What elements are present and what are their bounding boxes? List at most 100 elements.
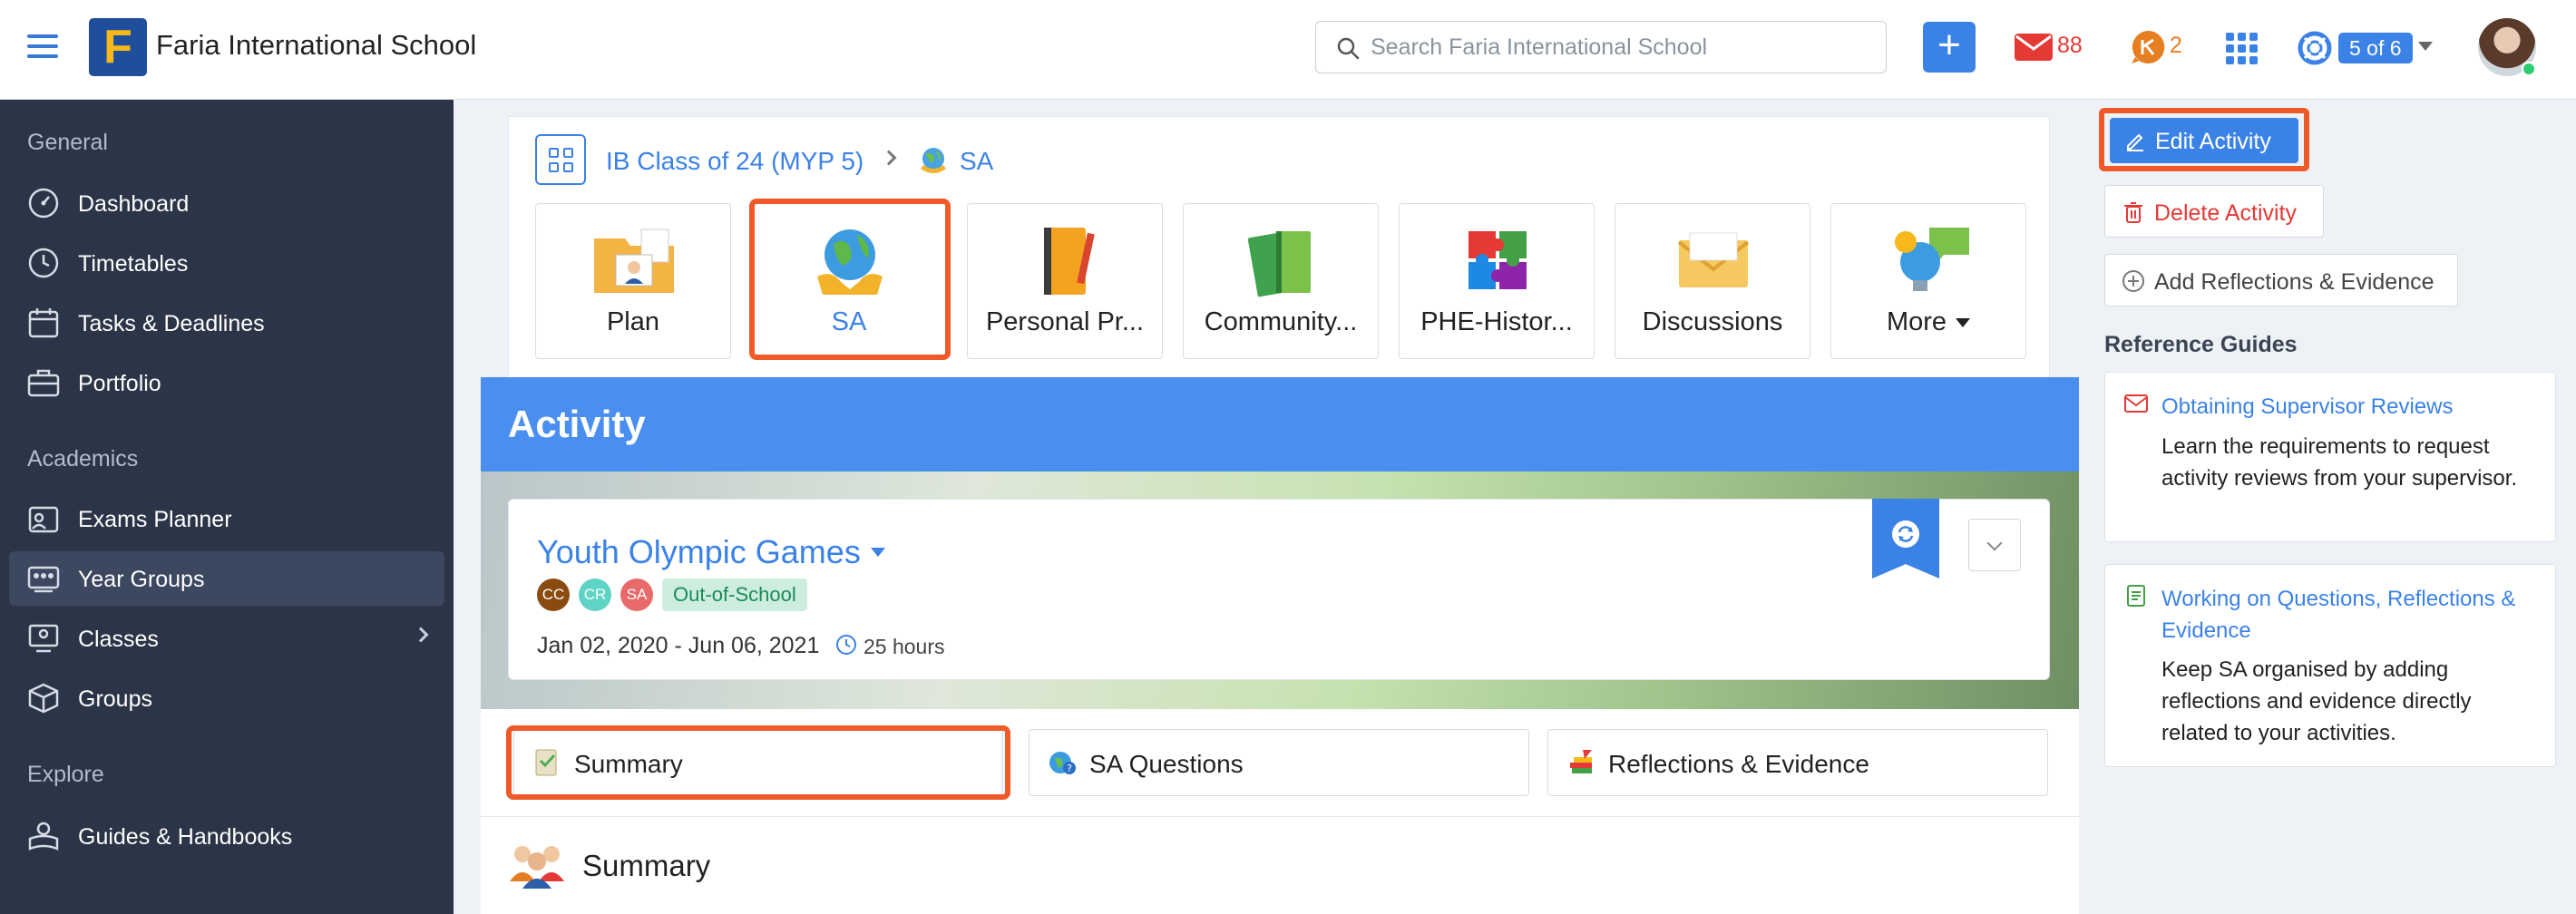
sidebar-item-portfolio[interactable]: Portfolio [9, 355, 444, 410]
tab-sa-questions[interactable]: ? SA Questions [1029, 729, 1529, 796]
tile-more[interactable]: More [1830, 203, 2026, 359]
top-bar: F Faria International School + 88 2 5 of… [0, 0, 2576, 100]
school-logo[interactable]: F [89, 18, 147, 76]
tile-community[interactable]: Community... [1183, 203, 1379, 359]
year-groups-icon [27, 566, 60, 593]
guide-title-link[interactable]: Obtaining Supervisor Reviews [2161, 391, 2542, 423]
tile-label: PHE-Histor... [1420, 307, 1573, 336]
reflections-icon [1570, 750, 1592, 773]
edit-activity-button[interactable]: Edit Activity [2110, 118, 2298, 163]
tab-label: Reflections & Evidence [1608, 750, 1869, 778]
search-input[interactable] [1371, 31, 1869, 63]
document-icon [2127, 585, 2145, 607]
guide-supervisor-reviews[interactable]: Obtaining Supervisor Reviews Learn the r… [2104, 372, 2556, 542]
sidebar-item-timetables[interactable]: Timetables [9, 236, 444, 290]
participant-avatar[interactable]: SA [620, 579, 653, 611]
notebook-icon [1044, 228, 1095, 295]
activity-options-dropdown[interactable] [1968, 519, 2021, 571]
pager-dropdown-icon[interactable] [2418, 42, 2433, 51]
breadcrumb-parent-link[interactable]: IB Class of 24 (MYP 5) [606, 147, 864, 176]
tile-personal-project[interactable]: Personal Pr... [967, 203, 1163, 359]
add-reflections-evidence-button[interactable]: Add Reflections & Evidence [2104, 254, 2458, 306]
activity-dates: Jan 02, 2020 - Jun 06, 2021 [537, 633, 820, 658]
envelope-icon [1677, 232, 1750, 287]
sidebar-item-label: Portfolio [78, 371, 161, 396]
mail-icon[interactable] [2014, 33, 2054, 62]
sidebar-section-general: General [27, 130, 108, 155]
section-divider [481, 816, 2079, 817]
tile-phe-history[interactable]: PHE-Histor... [1399, 203, 1595, 359]
sidebar-item-guides-handbooks[interactable]: Guides & Handbooks [9, 809, 444, 863]
activity-hours: 25 hours [864, 635, 945, 658]
trash-icon [2124, 202, 2142, 223]
sidebar-item-dashboard[interactable]: Dashboard [9, 176, 444, 230]
summary-tab-highlight [506, 725, 1010, 800]
tab-label: SA Questions [1089, 750, 1244, 778]
people-group-icon [510, 846, 564, 889]
search-icon [1337, 37, 1360, 60]
tile-label: Personal Pr... [985, 307, 1145, 336]
activity-title-link[interactable]: Youth Olympic Games [537, 533, 861, 571]
calendar-icon [28, 308, 59, 338]
tile-label: More [1831, 307, 2025, 337]
sidebar-item-label: Dashboard [78, 191, 190, 217]
clock-icon [836, 635, 856, 655]
sidebar-item-exams-planner[interactable]: Exams Planner [9, 491, 444, 546]
notification-icon[interactable] [2130, 29, 2166, 65]
activity-section-title: Activity [508, 403, 646, 445]
pager-badge[interactable]: 5 of 6 [2338, 33, 2413, 63]
clock-icon [28, 248, 59, 278]
sidebar-item-label: Year Groups [78, 567, 205, 592]
classes-icon [28, 624, 59, 653]
reference-guides-heading: Reference Guides [2104, 332, 2298, 357]
questions-icon: ? [1049, 752, 1076, 774]
guide-title-link[interactable]: Working on Questions, Reflections & Evid… [2161, 583, 2542, 647]
delete-activity-button[interactable]: Delete Activity [2104, 185, 2324, 238]
apps-grid-icon[interactable] [2224, 31, 2259, 65]
puzzle-icon [1469, 231, 1527, 289]
pencil-icon [2127, 133, 2143, 151]
exams-icon [28, 506, 59, 533]
tile-plan[interactable]: Plan [535, 203, 731, 359]
sidebar-item-year-groups[interactable]: Year Groups [9, 551, 444, 606]
plus-circle-icon [2122, 270, 2144, 292]
sidebar-section-academics: Academics [27, 446, 139, 472]
sidebar-item-label: Guides & Handbooks [78, 824, 293, 850]
sidebar-item-label: Groups [78, 686, 152, 712]
notification-count[interactable]: 2 [2170, 33, 2182, 59]
sidebar-item-classes[interactable]: Classes [9, 611, 444, 666]
school-name[interactable]: Faria International School [156, 29, 476, 62]
refresh-icon [1892, 520, 1919, 548]
svg-text:?: ? [1067, 763, 1072, 774]
sidebar-item-label: Exams Planner [78, 507, 232, 532]
chevron-down-icon [1986, 535, 2003, 551]
caret-down-icon [1956, 318, 1971, 328]
lightbulb-chat-icon [1895, 228, 1969, 291]
help-lifebuoy-icon[interactable] [2298, 31, 2332, 65]
activity-title-caret-icon[interactable] [871, 548, 885, 557]
participant-avatar[interactable]: CC [537, 579, 570, 611]
dashboard-icon [28, 188, 59, 219]
participant-avatar[interactable]: CR [579, 579, 611, 611]
mail-count[interactable]: 88 [2057, 33, 2083, 59]
add-button[interactable]: + [1923, 22, 1976, 73]
hamburger-menu-icon[interactable] [27, 34, 58, 62]
guide-description: Learn the requirements to request activi… [2161, 434, 2518, 491]
guide-questions-reflections[interactable]: Working on Questions, Reflections & Evid… [2104, 564, 2556, 767]
online-status-dot [2522, 62, 2536, 76]
envelope-outline-icon [2124, 394, 2148, 413]
globe-icon [921, 148, 946, 173]
button-label: Edit Activity [2155, 129, 2271, 154]
cube-icon [28, 683, 59, 714]
sidebar-item-label: Classes [78, 627, 159, 652]
tile-discussions[interactable]: Discussions [1615, 203, 1810, 359]
sidebar-item-groups[interactable]: Groups [9, 671, 444, 725]
breadcrumb-grid-icon[interactable] [535, 134, 586, 185]
tab-reflections-evidence[interactable]: Reflections & Evidence [1547, 729, 2048, 796]
briefcase-icon [27, 369, 60, 397]
breadcrumb-current: SA [960, 147, 994, 175]
sidebar-item-tasks-deadlines[interactable]: Tasks & Deadlines [9, 296, 444, 350]
search-bar[interactable] [1315, 21, 1887, 73]
chevron-right-icon[interactable] [413, 627, 429, 643]
sidebar-item-label: Tasks & Deadlines [78, 311, 265, 336]
